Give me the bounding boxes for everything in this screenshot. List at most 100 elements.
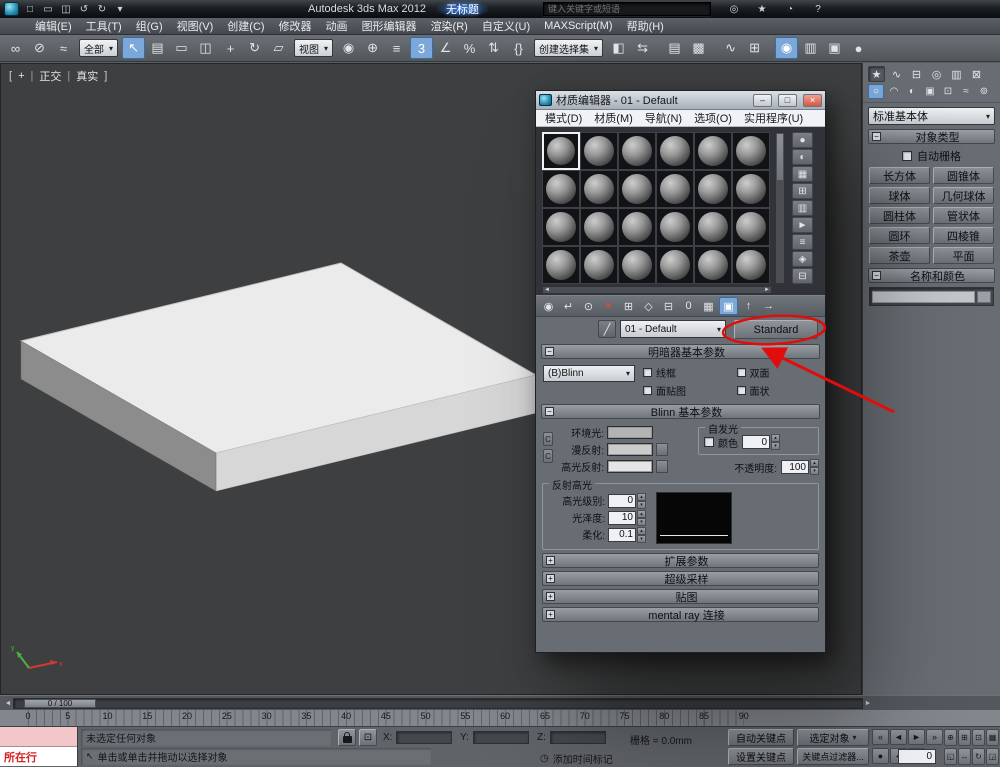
menu-item[interactable]: 编辑(E) [28,18,79,34]
cameras-icon[interactable]: ▣ [922,84,938,99]
qat-dropdown-icon[interactable]: ▾ [112,2,128,16]
ambient-color-swatch[interactable] [607,426,653,439]
primitive-button[interactable]: 长方体 [869,167,930,184]
spinner-down-icon[interactable] [637,518,646,526]
video-color-check-icon[interactable]: ▥ [792,200,813,216]
menu-item[interactable]: 组(G) [129,18,170,34]
space-warps-icon[interactable]: ≈ [958,84,974,99]
material-sample-slot[interactable] [542,246,580,284]
previous-frame-icon[interactable]: ◄ [890,729,907,745]
close-button[interactable] [803,94,822,107]
menu-item[interactable]: 图形编辑器 [355,18,424,34]
spinner-snap-icon[interactable]: ⇅ [482,37,505,59]
modify-tab-icon[interactable]: ∿ [888,66,905,82]
window-crossing-icon[interactable]: ◫ [194,37,217,59]
diffuse-map-button[interactable] [656,443,668,456]
rendered-frame-window-icon[interactable]: ▣ [823,37,846,59]
create-tab-icon[interactable]: ★ [868,66,885,82]
autogrid-checkbox[interactable] [902,151,912,161]
selection-filter-dropdown[interactable]: 全部 [79,39,118,57]
material-sample-slot[interactable] [580,208,618,246]
menu-item[interactable]: 工具(T) [79,18,129,34]
checkbox[interactable] [643,368,652,377]
expand-icon[interactable] [546,610,555,619]
field-of-view-icon[interactable]: ◱ [944,748,957,765]
snaps-toggle-3d-icon[interactable]: 3 [410,37,433,59]
auto-key-button[interactable]: 自动关键点 [728,729,794,746]
menu-item[interactable]: 自定义(U) [475,18,537,34]
checkbox[interactable] [737,386,746,395]
shader-basic-params-rollout[interactable]: 明暗器基本参数 [541,344,820,359]
curve-editor-icon[interactable]: ∿ [719,37,742,59]
select-and-move-icon[interactable]: + [219,37,242,59]
infocenter-search[interactable] [543,2,711,16]
orbit-icon[interactable]: ↻ [972,748,985,765]
hierarchy-tab-icon[interactable]: ⊟ [908,66,925,82]
specular-level-spinner[interactable]: 0 [608,493,646,509]
mirror-icon[interactable]: ◧ [607,37,630,59]
shader-option[interactable]: 面贴图 [643,383,725,398]
spinner-up-icon[interactable] [637,493,646,501]
scroll-right-icon[interactable] [764,287,770,293]
collapsed-rollout[interactable]: 扩展参数 [542,553,819,568]
menu-item[interactable]: 实用程序(U) [738,110,809,126]
zoom-all-icon[interactable]: ⊞ [958,729,971,746]
select-and-rotate-icon[interactable]: ↻ [243,37,266,59]
material-editor-titlebar[interactable]: 材质编辑器 - 01 - Default [536,91,825,110]
show-map-in-viewport-icon[interactable]: ▦ [699,297,718,315]
track-bar[interactable]: 051015202530354045505560657075808590 [0,710,1000,727]
select-by-material-icon[interactable]: ◈ [792,251,813,267]
material-sample-slot[interactable] [618,170,656,208]
unlink-selection-icon[interactable]: ⊘ [28,37,51,59]
material-sample-slot[interactable] [694,208,732,246]
horizontal-scrollbar[interactable] [542,286,772,294]
material-sample-slot[interactable] [732,246,770,284]
background-icon[interactable]: ▦ [792,166,813,182]
material-sample-slot[interactable] [618,246,656,284]
opacity-value[interactable]: 100 [781,460,809,474]
primitive-button[interactable]: 圆锥体 [933,167,994,184]
expand-icon[interactable] [546,556,555,565]
schematic-view-icon[interactable]: ⊞ [743,37,766,59]
collapse-icon[interactable] [872,132,881,141]
key-mode-dropdown[interactable]: 选定对象 [797,729,869,746]
use-pivot-center-icon[interactable]: ◉ [337,37,360,59]
spinner-down-icon[interactable] [637,501,646,509]
go-to-parent-icon[interactable]: ↑ [739,297,758,315]
menu-item[interactable]: 视图(V) [170,18,221,34]
key-mode-toggle-icon[interactable]: ● [872,748,889,764]
primitive-category-dropdown[interactable]: 标准基本体 [868,107,995,125]
current-frame-field[interactable]: 0 [898,749,936,764]
viewport-view-label[interactable]: 正交 [37,68,63,84]
spinner-down-icon[interactable] [771,442,780,450]
play-icon[interactable]: ► [908,729,925,745]
material-name-dropdown[interactable]: 01 - Default [620,320,726,338]
material-type-button[interactable]: Standard [734,320,818,339]
material-editor-icon[interactable]: ◉ [775,37,798,59]
zoom-extents-icon[interactable]: ⊡ [972,729,985,746]
menu-item[interactable]: 帮助(H) [620,18,671,34]
material-sample-slot[interactable] [656,246,694,284]
box-object[interactable] [1,124,561,564]
save-file-icon[interactable]: ◫ [58,2,74,16]
z-coordinate-field[interactable] [550,731,606,744]
material-sample-slot[interactable] [732,170,770,208]
collapse-icon[interactable] [545,347,554,356]
self-illum-spinner[interactable]: 0 [742,434,780,450]
y-coordinate-field[interactable] [473,731,529,744]
zoom-extents-all-icon[interactable]: ▦ [986,729,999,746]
shader-option[interactable]: 双面 [737,365,819,380]
material-sample-slot[interactable] [542,132,580,170]
material-sample-slot[interactable] [580,170,618,208]
specular-map-button[interactable] [656,460,668,473]
material-sample-slot[interactable] [732,132,770,170]
edit-named-sets-icon[interactable]: {} [507,37,530,59]
keyboard-override-icon[interactable]: ≡ [385,37,408,59]
name-color-rollout[interactable]: 名称和颜色 [868,268,995,283]
menu-item[interactable]: 导航(N) [639,110,688,126]
time-slider-handle[interactable]: 0 / 100 [24,699,96,708]
soften-value[interactable]: 0.1 [608,528,636,542]
named-selection-sets-dropdown[interactable]: 创建选择集 [534,39,603,57]
add-time-tag[interactable]: 添加时间标记 [540,751,613,766]
search-icon[interactable]: ◎ [726,2,742,16]
